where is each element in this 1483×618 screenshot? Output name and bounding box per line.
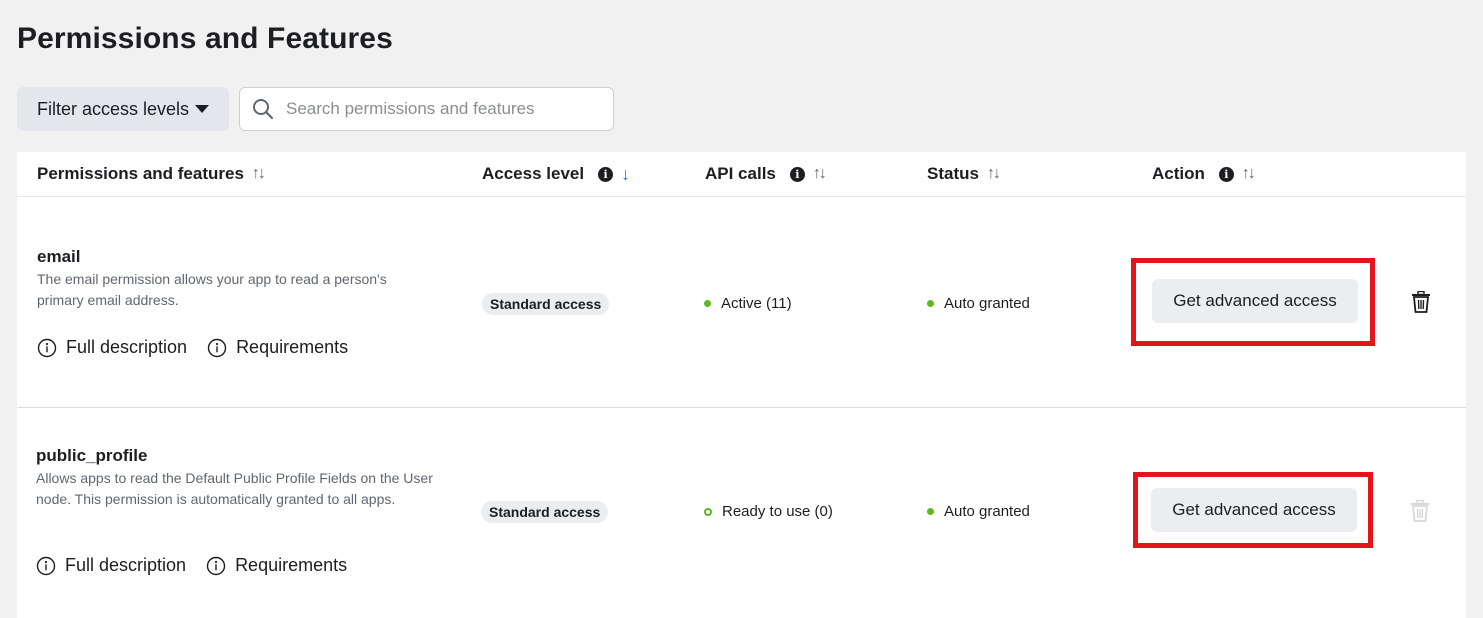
- sort-icon[interactable]: ↑↓: [813, 165, 825, 183]
- sort-descending-icon[interactable]: ↓: [621, 164, 630, 185]
- column-header-permissions[interactable]: Permissions and features ↑↓: [37, 152, 264, 196]
- status-dot-icon: [927, 508, 934, 515]
- grant-status: Auto granted: [927, 503, 1030, 520]
- sort-icon[interactable]: ↑↓: [252, 165, 264, 183]
- info-icon[interactable]: i: [790, 167, 805, 182]
- permissions-table: Permissions and features ↑↓ Access level…: [17, 152, 1466, 618]
- permission-links: Full description Requirements: [36, 555, 347, 576]
- info-icon[interactable]: i: [1219, 167, 1234, 182]
- sort-icon[interactable]: ↑↓: [1242, 165, 1254, 183]
- api-calls-status: Ready to use (0): [704, 503, 833, 520]
- column-header-api-calls[interactable]: API calls i ↑↓: [705, 152, 825, 196]
- permission-description: The email permission allows your app to …: [37, 269, 437, 311]
- status-dot-icon: [927, 300, 934, 307]
- table-header: Permissions and features ↑↓ Access level…: [17, 152, 1466, 197]
- page-title: Permissions and Features: [17, 22, 393, 56]
- status-dot-hollow-icon: [704, 508, 712, 516]
- trash-icon-disabled: [1410, 500, 1430, 522]
- api-calls-status: Active (11): [704, 295, 792, 312]
- search-input[interactable]: [284, 98, 588, 120]
- permission-description: Allows apps to read the Default Public P…: [36, 468, 436, 510]
- search-box[interactable]: [239, 87, 614, 131]
- toolbar: Filter access levels: [17, 87, 614, 131]
- get-advanced-access-button[interactable]: Get advanced access: [1152, 279, 1358, 323]
- info-circle-icon: [206, 556, 226, 576]
- access-level-badge: Standard access: [481, 501, 608, 523]
- column-header-status[interactable]: Status ↑↓: [927, 152, 999, 196]
- requirements-link[interactable]: Requirements: [206, 555, 347, 576]
- table-row: public_profile Allows apps to read the D…: [17, 408, 1466, 618]
- full-description-link[interactable]: Full description: [37, 337, 187, 358]
- requirements-link[interactable]: Requirements: [207, 337, 348, 358]
- permission-name: email: [37, 247, 80, 267]
- caret-down-icon: [195, 105, 209, 113]
- column-header-action[interactable]: Action i ↑↓: [1152, 152, 1254, 196]
- info-circle-icon: [37, 338, 57, 358]
- table-row: email The email permission allows your a…: [17, 197, 1466, 408]
- search-icon: [252, 98, 274, 120]
- trash-icon[interactable]: [1411, 291, 1431, 313]
- grant-status: Auto granted: [927, 295, 1030, 312]
- info-circle-icon: [207, 338, 227, 358]
- info-circle-icon: [36, 556, 56, 576]
- info-icon[interactable]: i: [598, 167, 613, 182]
- permission-links: Full description Requirements: [37, 337, 348, 358]
- filter-access-levels-dropdown[interactable]: Filter access levels: [17, 87, 229, 131]
- sort-icon[interactable]: ↑↓: [987, 165, 999, 183]
- status-dot-icon: [704, 300, 711, 307]
- filter-label: Filter access levels: [37, 99, 189, 120]
- permission-name: public_profile: [36, 446, 147, 466]
- full-description-link[interactable]: Full description: [36, 555, 186, 576]
- column-header-access-level[interactable]: Access level i ↓: [482, 152, 630, 196]
- get-advanced-access-button[interactable]: Get advanced access: [1151, 488, 1357, 532]
- access-level-badge: Standard access: [482, 293, 609, 315]
